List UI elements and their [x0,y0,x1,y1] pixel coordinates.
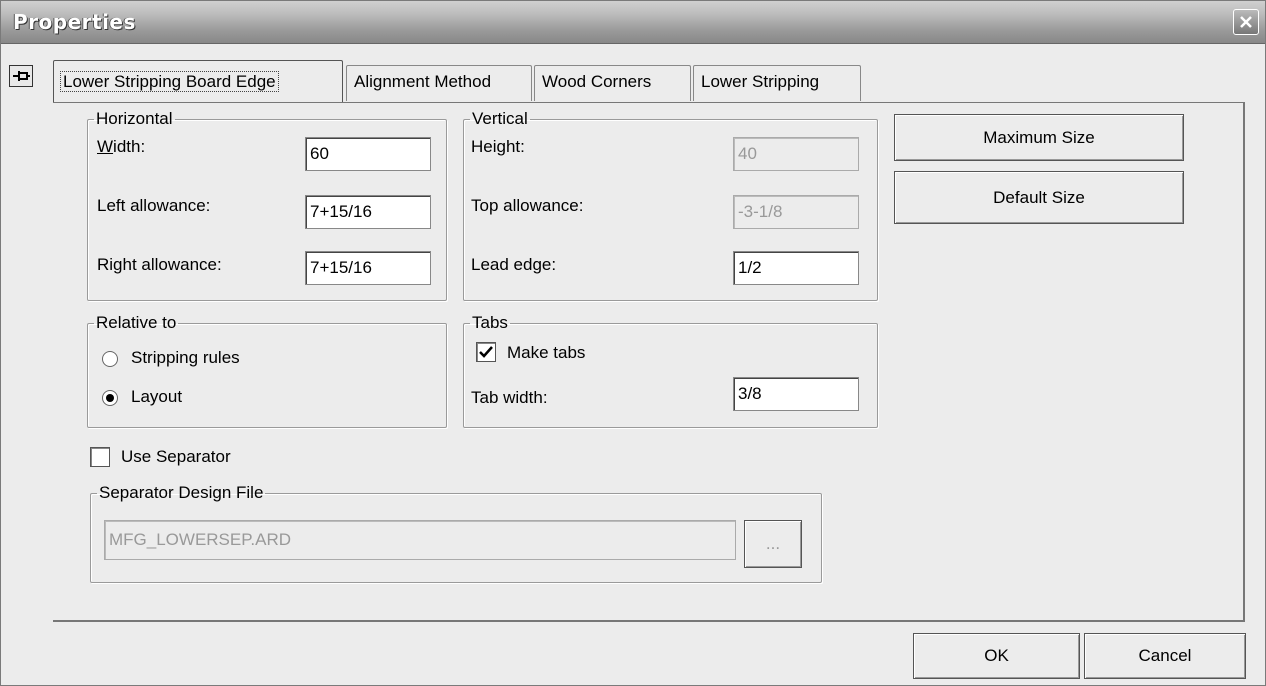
tab-lower-stripping-board-edge[interactable]: Lower Stripping Board Edge [53,60,343,102]
cancel-button[interactable]: Cancel [1084,633,1246,679]
width-input[interactable] [305,137,431,171]
width-label: Width: [97,137,146,156]
right-allowance-input[interactable] [305,251,431,285]
horizontal-group-title: Horizontal [96,109,173,128]
make-tabs-checkbox[interactable] [476,342,496,362]
tab-label: Wood Corners [542,72,652,91]
tab-width-label: Tab width: [471,388,548,407]
separator-file-input[interactable] [104,520,736,560]
pin-icon[interactable] [9,65,33,87]
window-title: Properties [13,10,136,34]
top-allowance-input[interactable] [733,195,859,229]
relative-to-group: Relative to [87,313,447,428]
make-tabs-label[interactable]: Make tabs [507,343,585,363]
tabs-group-title: Tabs [472,313,508,332]
ok-button[interactable]: OK [913,633,1080,679]
tab-lower-stripping[interactable]: Lower Stripping [693,65,861,101]
tab-label: Lower Stripping [701,72,820,91]
layout-radio[interactable] [102,390,118,406]
title-bar[interactable]: Properties [1,1,1265,44]
close-icon[interactable] [1233,9,1259,35]
default-size-button[interactable]: Default Size [894,171,1184,224]
vertical-group-title: Vertical [472,109,528,128]
layout-label[interactable]: Layout [131,387,182,407]
maximum-size-button[interactable]: Maximum Size [894,114,1184,161]
top-allowance-label: Top allowance: [471,196,584,215]
stripping-rules-label[interactable]: Stripping rules [131,348,240,368]
tab-wood-corners[interactable]: Wood Corners [534,65,691,101]
relative-to-group-title: Relative to [96,313,177,332]
tab-alignment-method[interactable]: Alignment Method [346,65,532,101]
height-input[interactable] [733,137,859,171]
lead-edge-label: Lead edge: [471,255,557,274]
stripping-rules-radio[interactable] [102,351,118,367]
check-icon [479,346,493,358]
height-label: Height: [471,137,525,156]
tab-label: Alignment Method [354,72,492,91]
left-allowance-label: Left allowance: [97,196,211,215]
lead-edge-input[interactable] [733,251,859,285]
properties-dialog: Properties Lower Stripping Board Edge Al… [0,0,1266,686]
right-allowance-label: Right allowance: [97,255,222,274]
use-separator-checkbox[interactable] [90,447,110,467]
browse-button[interactable]: ... [744,520,802,568]
tab-label: Lower Stripping Board Edge [60,71,279,92]
tab-width-input[interactable] [733,377,859,411]
use-separator-label[interactable]: Use Separator [121,447,231,467]
left-allowance-input[interactable] [305,195,431,229]
separator-design-file-title: Separator Design File [99,483,264,502]
